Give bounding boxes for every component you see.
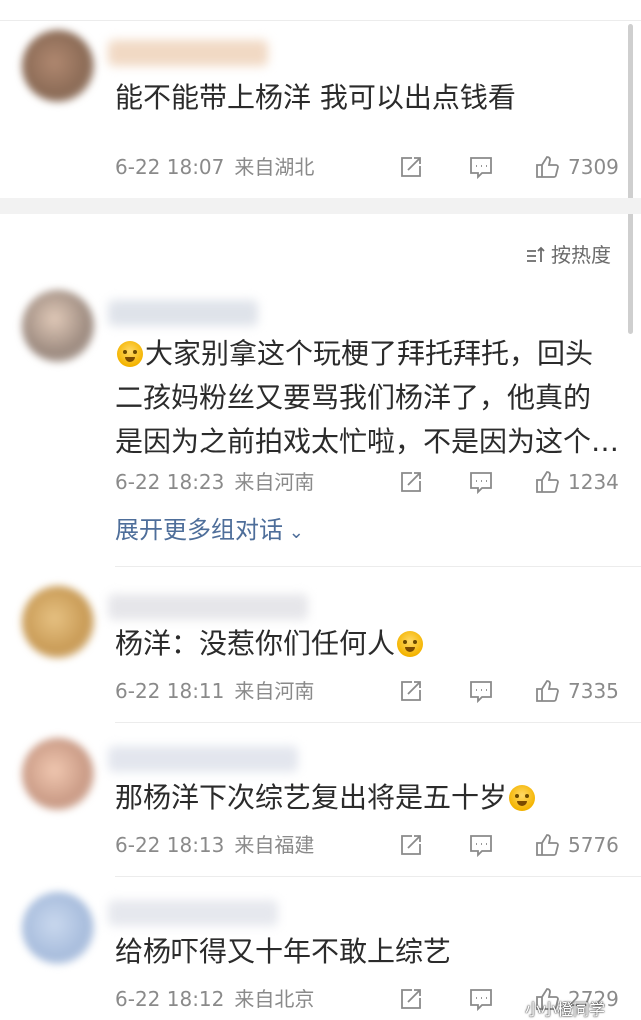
comment-location: 来自河南: [234, 470, 315, 494]
watermark: 小小橙同学: [525, 1000, 606, 1019]
comment-date: 6-22 18:11: [115, 679, 225, 703]
sort-by-heat-button[interactable]: 按热度: [525, 240, 611, 270]
section-divider: [0, 198, 641, 214]
comment-separator: [115, 722, 641, 723]
avatar[interactable]: [22, 892, 94, 964]
comment-text-line: 是因为之前拍戏太忙啦，不是因为这个…: [115, 425, 620, 458]
crying-emoji-icon: [397, 631, 424, 657]
username-blurred[interactable]: [108, 900, 278, 926]
crying-emoji-icon: [509, 785, 536, 811]
comment-location: 来自河南: [234, 679, 315, 703]
like-button[interactable]: 5776: [534, 830, 619, 860]
thumbs-up-icon: [536, 471, 559, 493]
username-blurred[interactable]: [108, 300, 258, 326]
comment-date: 6-22 18:23: [115, 470, 225, 494]
expand-more-replies-link[interactable]: 展开更多组对话 ⌄: [115, 512, 304, 548]
share-icon: [401, 157, 421, 177]
thumbs-up-icon: [536, 680, 559, 702]
comment-text: 能不能带上杨洋 我可以出点钱看: [115, 81, 516, 114]
thumbs-up-icon: [536, 156, 559, 178]
crying-emoji-icon: [117, 341, 143, 367]
comment-location: 来自福建: [234, 833, 315, 857]
like-button[interactable]: 1234: [534, 467, 619, 497]
comment-date: 6-22 18:07: [115, 155, 225, 179]
comment-text: 那杨洋下次综艺复出将是五十岁: [115, 772, 625, 824]
comment-icon: [470, 989, 492, 1012]
thumbs-up-icon: [536, 834, 559, 856]
sort-icon: [527, 246, 545, 262]
comment-date: 6-22 18:13: [115, 833, 225, 857]
share-icon: [401, 472, 421, 492]
avatar[interactable]: [22, 586, 94, 658]
scrollbar[interactable]: [628, 24, 633, 334]
comment-button[interactable]: [468, 984, 494, 1014]
share-icon: [401, 989, 421, 1009]
comment-separator: [115, 876, 641, 877]
share-icon: [401, 681, 421, 701]
chevron-down-icon: ⌄: [283, 522, 304, 543]
share-button[interactable]: [398, 830, 424, 860]
comment-meta: 6-22 18:07 来自湖北: [115, 152, 314, 182]
comment-meta: 6-22 18:13 来自福建: [115, 830, 314, 860]
comment-date: 6-22 18:12: [115, 987, 225, 1011]
comment-button[interactable]: [468, 152, 494, 182]
share-button[interactable]: [398, 984, 424, 1014]
avatar[interactable]: [22, 290, 94, 362]
comment-button[interactable]: [468, 830, 494, 860]
like-count: 7309: [568, 155, 619, 179]
avatar[interactable]: [22, 30, 94, 102]
share-button[interactable]: [398, 676, 424, 706]
comment-icon: [470, 835, 492, 858]
comment-separator: [115, 566, 641, 567]
comment-button[interactable]: [468, 676, 494, 706]
comment-button[interactable]: [468, 467, 494, 497]
sort-label: 按热度: [551, 243, 611, 267]
share-icon: [401, 835, 421, 855]
share-button[interactable]: [398, 467, 424, 497]
comment-icon: [470, 472, 492, 495]
like-count: 5776: [568, 833, 619, 857]
comment-location: 来自湖北: [234, 155, 315, 179]
comment-meta: 6-22 18:12 来自北京: [115, 984, 314, 1014]
top-divider: [0, 0, 641, 21]
like-count: 1234: [568, 470, 619, 494]
comment-meta: 6-22 18:23 来自河南: [115, 467, 314, 497]
like-button[interactable]: 7309: [534, 152, 619, 182]
comment-meta: 6-22 18:11 来自河南: [115, 676, 314, 706]
username-blurred[interactable]: [108, 746, 298, 772]
comment-icon: [470, 681, 492, 704]
like-count: 7335: [568, 679, 619, 703]
comment-location: 来自北京: [234, 987, 315, 1011]
comment-text: 给杨吓得又十年不敢上综艺: [115, 935, 452, 968]
like-button[interactable]: 7335: [534, 676, 619, 706]
avatar[interactable]: [22, 738, 94, 810]
share-button[interactable]: [398, 152, 424, 182]
comment-text: 杨洋：没惹你们任何人: [115, 618, 625, 670]
username-blurred[interactable]: [108, 40, 268, 66]
comment-icon: [470, 157, 492, 180]
username-blurred[interactable]: [108, 594, 308, 620]
